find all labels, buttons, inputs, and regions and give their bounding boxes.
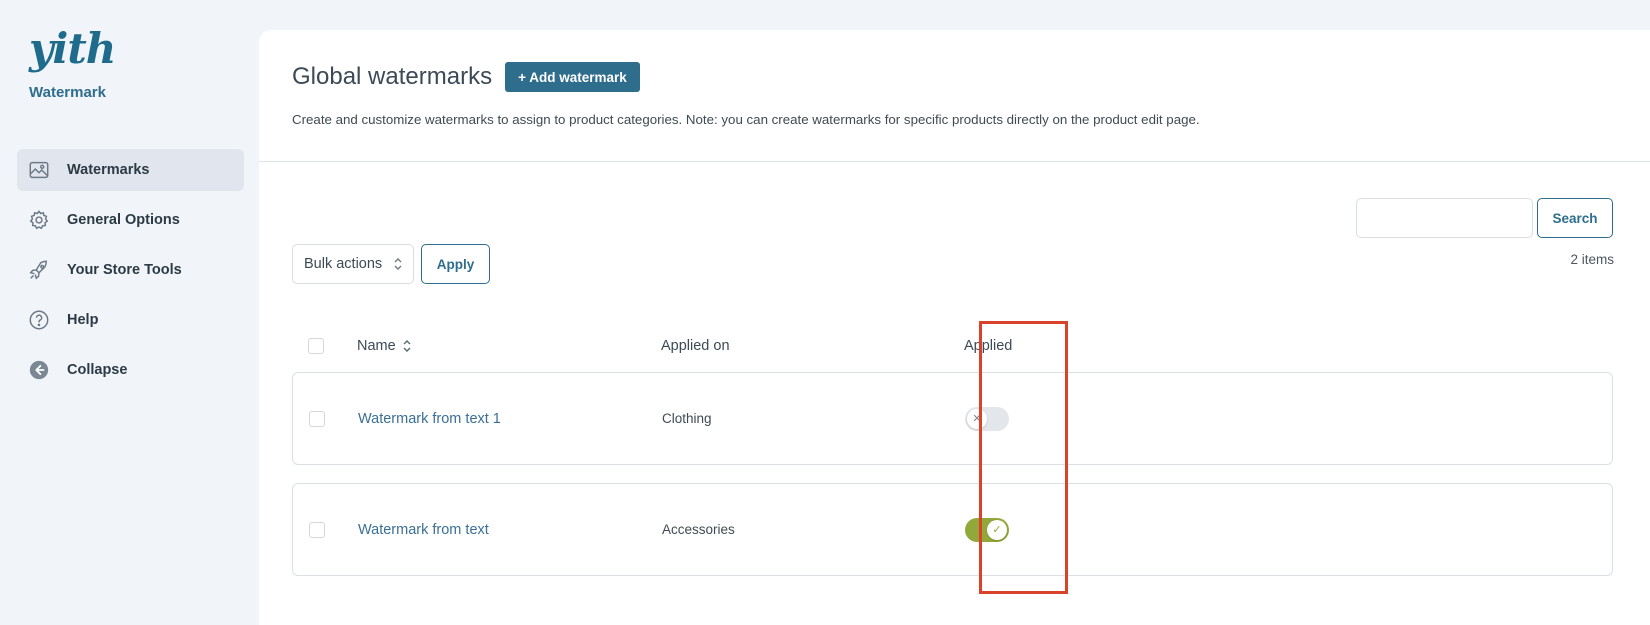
- select-all-checkbox[interactable]: [308, 338, 324, 354]
- bulk-actions-value: Bulk actions: [304, 256, 383, 272]
- row-checkbox[interactable]: [309, 521, 325, 538]
- table-row: Watermark from text 1 Clothing ✕: [292, 372, 1613, 465]
- sort-icon: [402, 339, 412, 353]
- bulk-actions-select[interactable]: Bulk actions: [292, 244, 414, 284]
- brand-logo: yith Watermark: [29, 24, 116, 102]
- column-name-label: Name: [357, 338, 396, 354]
- collapse-icon: [27, 358, 51, 382]
- sidebar-item-help[interactable]: Help: [17, 299, 244, 341]
- header-divider: [259, 161, 1650, 162]
- apply-button[interactable]: Apply: [421, 244, 490, 284]
- image-icon: [27, 158, 51, 182]
- items-count: 2 items: [1570, 252, 1614, 267]
- checkmark-icon: ✓: [987, 519, 1007, 540]
- sidebar-item-store-tools[interactable]: Your Store Tools: [17, 249, 244, 291]
- applied-on-value: Accessories: [662, 522, 735, 537]
- add-watermark-button[interactable]: + Add watermark: [505, 62, 640, 92]
- sidebar-item-collapse[interactable]: Collapse: [17, 349, 244, 391]
- page-title: Global watermarks: [292, 63, 493, 90]
- search-input[interactable]: [1356, 198, 1533, 238]
- applied-on-value: Clothing: [662, 411, 712, 426]
- sidebar-item-label: Help: [67, 312, 99, 328]
- applied-toggle-cell: ✓: [965, 517, 1009, 542]
- plugin-name: Watermark: [29, 84, 106, 101]
- table-header: Name Applied on Applied: [292, 326, 1613, 366]
- search-button[interactable]: Search: [1537, 198, 1613, 238]
- applied-toggle[interactable]: ✕: [965, 406, 1009, 431]
- sidebar-item-label: Watermarks: [67, 162, 150, 178]
- gear-icon: [27, 208, 51, 232]
- applied-toggle[interactable]: ✓: [965, 517, 1009, 542]
- column-applied-on-header: Applied on: [661, 338, 730, 354]
- watermark-name-link[interactable]: Watermark from text: [358, 522, 489, 538]
- sidebar-item-watermarks[interactable]: Watermarks: [17, 149, 244, 191]
- sidebar: yith Watermark Watermarks General Option…: [0, 0, 259, 625]
- column-applied-header: Applied: [964, 338, 1013, 354]
- yith-logo: yith: [29, 24, 116, 73]
- column-name-header[interactable]: Name: [357, 338, 412, 354]
- toggle-off-icon: ✕: [967, 408, 987, 429]
- sidebar-item-label: General Options: [67, 212, 180, 228]
- page-header: Global watermarks + Add watermark: [292, 62, 640, 92]
- sidebar-item-general-options[interactable]: General Options: [17, 199, 244, 241]
- sidebar-nav: Watermarks General Options Your Store To…: [17, 149, 244, 399]
- select-arrows-icon: [393, 256, 403, 276]
- help-icon: [27, 308, 51, 332]
- applied-toggle-cell: ✕: [965, 406, 1009, 431]
- sidebar-item-label: Collapse: [67, 362, 128, 378]
- row-checkbox[interactable]: [309, 410, 325, 427]
- table-row: Watermark from text Accessories ✓: [292, 483, 1613, 576]
- page-description: Create and customize watermarks to assig…: [292, 112, 1200, 127]
- main-panel: Global watermarks + Add watermark Create…: [259, 30, 1650, 625]
- watermark-name-link[interactable]: Watermark from text 1: [358, 411, 501, 427]
- sidebar-item-label: Your Store Tools: [67, 262, 182, 278]
- rocket-icon: [27, 258, 51, 282]
